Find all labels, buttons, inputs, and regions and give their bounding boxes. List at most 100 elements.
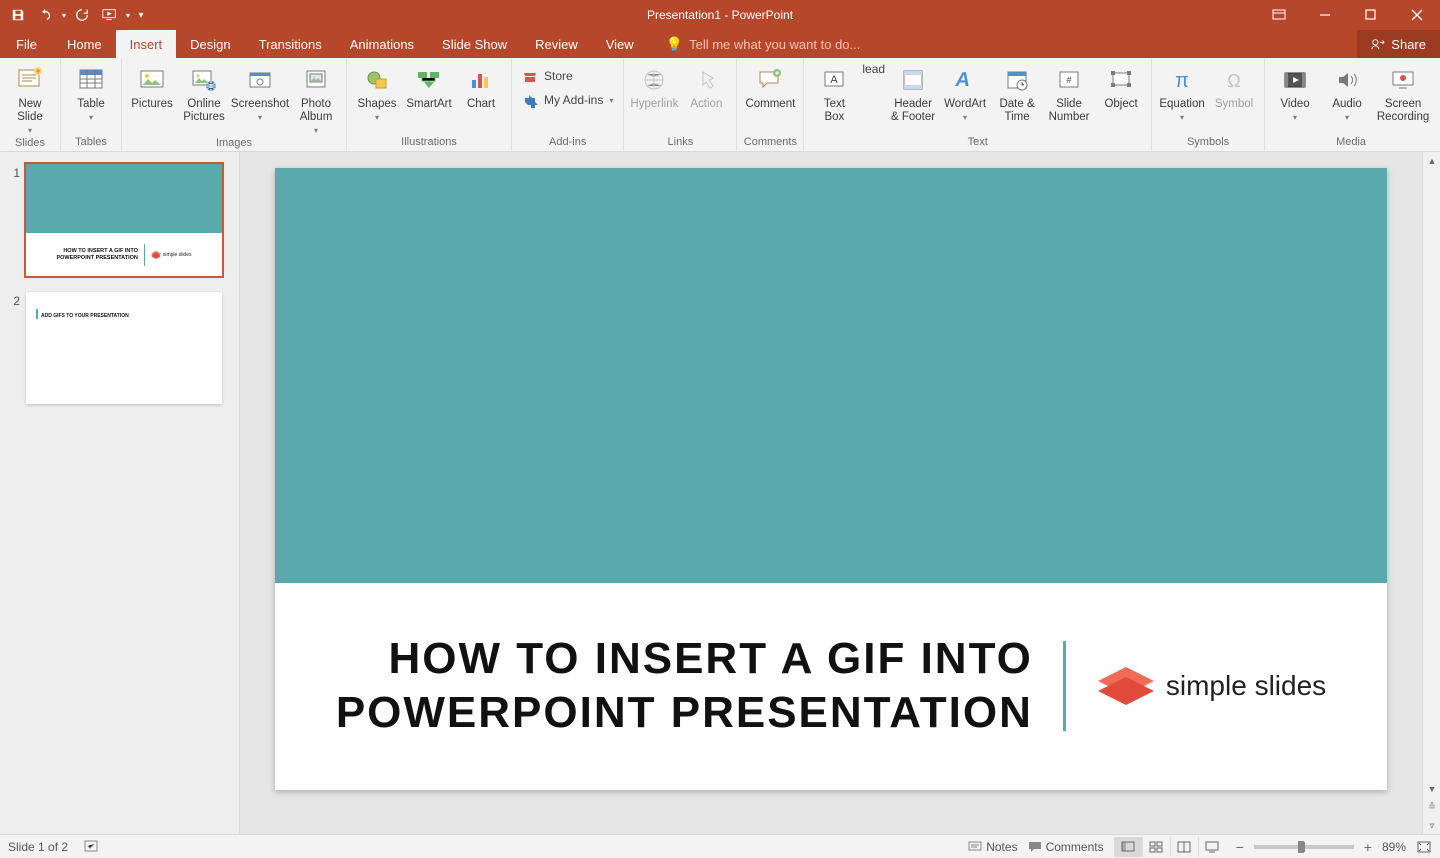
scroll-up-icon[interactable]: ▲ — [1423, 152, 1440, 170]
share-icon — [1371, 37, 1385, 51]
quick-access-toolbar: ▾ ▾ ▾ — [0, 3, 148, 27]
comments-button[interactable]: Comments — [1028, 840, 1104, 854]
table-button[interactable]: Table ▾ — [67, 62, 115, 122]
scroll-down-icon[interactable]: ▼ — [1423, 780, 1440, 798]
shapes-button[interactable]: Shapes ▾ — [353, 62, 401, 122]
zoom-out-button[interactable]: − — [1236, 839, 1244, 855]
hyperlink-button[interactable]: Hyperlink — [630, 62, 678, 111]
ribbon-group-images: Pictures Online Pictures Screenshot ▾ P — [122, 58, 347, 151]
close-icon[interactable] — [1394, 0, 1440, 30]
undo-icon[interactable] — [34, 3, 58, 27]
store-label: Store — [544, 69, 573, 83]
slide-thumbnail-2[interactable]: ADD GIFS TO YOUR PRESENTATION — [26, 292, 222, 404]
object-icon — [1105, 64, 1137, 96]
comment-icon — [754, 64, 786, 96]
slide-number-button[interactable]: # Slide Number — [1045, 62, 1093, 124]
object-button[interactable]: Object — [1097, 62, 1145, 111]
action-button[interactable]: Action — [682, 62, 730, 111]
redo-icon[interactable] — [70, 3, 94, 27]
ribbon-group-addins: Store My Add-ins ▾ Add-ins — [512, 58, 624, 151]
reading-view-button[interactable] — [1170, 837, 1198, 857]
normal-view-button[interactable] — [1114, 837, 1142, 857]
my-addins-button[interactable]: My Add-ins ▾ — [522, 92, 613, 108]
equation-button[interactable]: π Equation ▾ — [1158, 62, 1206, 122]
tab-home[interactable]: Home — [53, 30, 116, 58]
comments-icon — [1028, 841, 1042, 853]
smartart-icon — [413, 64, 445, 96]
audio-icon — [1331, 64, 1363, 96]
text-box-button[interactable]: A Text Box — [810, 62, 858, 124]
new-slide-icon — [14, 64, 46, 96]
wordart-icon: A — [949, 64, 981, 96]
save-icon[interactable] — [6, 3, 30, 27]
tab-file[interactable]: File — [0, 30, 53, 58]
tell-me-search[interactable]: 💡 Tell me what you want to do... — [648, 30, 861, 58]
zoom-slider[interactable] — [1254, 845, 1354, 849]
wordart-button[interactable]: A WordArt ▾ — [941, 62, 989, 122]
tab-design[interactable]: Design — [176, 30, 244, 58]
ribbon-group-illustrations: Shapes ▾ SmartArt Chart Illustrations — [347, 58, 512, 151]
date-time-button[interactable]: Date & Time — [993, 62, 1041, 124]
header-footer-button[interactable]: Header & Footer — [889, 62, 937, 124]
smartart-label: SmartArt — [406, 98, 451, 111]
pictures-label: Pictures — [131, 98, 173, 111]
next-slide-icon[interactable]: ⩔ — [1423, 816, 1440, 834]
status-bar: Slide 1 of 2 Notes Comments − + 89% — [0, 834, 1440, 858]
hyperlink-icon — [638, 64, 670, 96]
prev-slide-icon[interactable]: ≙ — [1423, 798, 1440, 816]
slide-sorter-button[interactable] — [1142, 837, 1170, 857]
customize-qat-icon[interactable]: ▾ — [134, 3, 148, 27]
slide-number-icon: # — [1053, 64, 1085, 96]
slide-thumbnail-1[interactable]: HOW TO INSERT A GIF INTO POWERPOINT PRES… — [26, 164, 222, 276]
online-pictures-label: Online Pictures — [183, 98, 225, 124]
tab-animations[interactable]: Animations — [336, 30, 428, 58]
lightbulb-icon: 💡 — [666, 36, 683, 53]
comment-button[interactable]: Comment — [743, 62, 797, 111]
new-slide-button[interactable]: New Slide ▾ — [6, 62, 54, 135]
start-from-beginning-icon[interactable] — [98, 3, 122, 27]
screenshot-button[interactable]: Screenshot ▾ — [232, 62, 288, 122]
smartart-button[interactable]: SmartArt — [405, 62, 453, 111]
svg-text:Ω: Ω — [1227, 71, 1240, 91]
video-button[interactable]: Video ▾ — [1271, 62, 1319, 122]
ribbon: New Slide ▾ Slides Table ▾ Tables — [0, 58, 1440, 152]
slideshow-view-button[interactable] — [1198, 837, 1226, 857]
fit-to-window-button[interactable] — [1416, 840, 1432, 854]
slide-thumbnail-panel: 1 HOW TO INSERT A GIF INTO POWERPOINT PR… — [0, 152, 240, 834]
maximize-icon[interactable] — [1348, 0, 1394, 30]
chart-button[interactable]: Chart — [457, 62, 505, 111]
minimize-icon[interactable] — [1302, 0, 1348, 30]
tell-me-placeholder: Tell me what you want to do... — [689, 37, 860, 52]
store-button[interactable]: Store — [522, 68, 613, 84]
thumb-row-1: 1 HOW TO INSERT A GIF INTO POWERPOINT PR… — [10, 164, 229, 276]
slide-canvas[interactable]: HOW TO INSERT A GIF INTO POWERPOINT PRES… — [275, 168, 1387, 790]
share-label: Share — [1391, 37, 1426, 52]
zoom-in-button[interactable]: + — [1364, 839, 1372, 855]
date-time-icon — [1001, 64, 1033, 96]
chart-icon — [465, 64, 497, 96]
pictures-button[interactable]: Pictures — [128, 62, 176, 111]
workspace: 1 HOW TO INSERT A GIF INTO POWERPOINT PR… — [0, 152, 1440, 834]
ribbon-group-tables: Table ▾ Tables — [61, 58, 122, 151]
share-button[interactable]: Share — [1357, 30, 1440, 58]
tab-transitions[interactable]: Transitions — [245, 30, 336, 58]
ribbon-display-options-icon[interactable] — [1256, 0, 1302, 30]
tab-review[interactable]: Review — [521, 30, 592, 58]
audio-button[interactable]: Audio ▾ — [1323, 62, 1371, 122]
spellcheck-icon[interactable] — [84, 840, 100, 854]
photo-album-button[interactable]: Photo Album ▾ — [292, 62, 340, 135]
logo-icon — [1096, 663, 1156, 709]
vertical-scrollbar[interactable]: ▲ ▼ ≙ ⩔ — [1422, 152, 1440, 834]
notes-button[interactable]: Notes — [968, 840, 1017, 854]
online-pictures-button[interactable]: Online Pictures — [180, 62, 228, 124]
tab-insert[interactable]: Insert — [116, 30, 177, 58]
screen-recording-button[interactable]: Screen Recording — [1375, 62, 1431, 124]
title-bar: ▾ ▾ ▾ Presentation1 - PowerPoint — [0, 0, 1440, 30]
symbol-button[interactable]: Ω Symbol — [1210, 62, 1258, 111]
photo-album-icon — [300, 64, 332, 96]
zoom-percent[interactable]: 89% — [1382, 840, 1406, 854]
chart-label: Chart — [467, 98, 495, 111]
tab-view[interactable]: View — [592, 30, 648, 58]
svg-text:A: A — [831, 74, 839, 86]
tab-slideshow[interactable]: Slide Show — [428, 30, 521, 58]
